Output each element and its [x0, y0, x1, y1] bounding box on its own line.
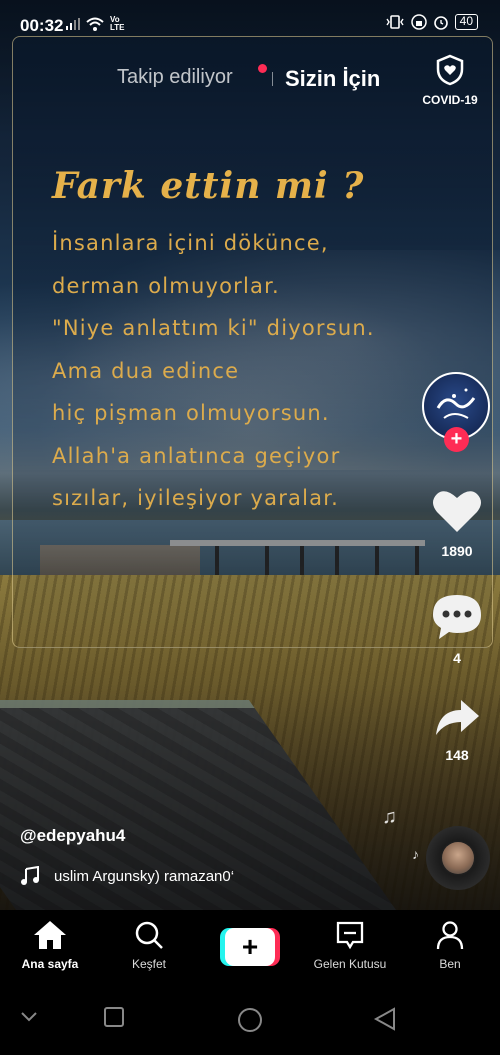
like-button[interactable]: 1890 [425, 488, 489, 559]
quote-line: sızılar, iyileşiyor yaralar. [52, 486, 340, 510]
nav-inbox-label: Gelen Kutusu [313, 957, 387, 971]
status-icons-left: Vo LTE [66, 16, 128, 32]
profile-icon [436, 921, 464, 950]
tab-for-you[interactable]: Sizin İçin [285, 66, 380, 92]
nav-inbox[interactable]: Gelen Kutusu [305, 920, 395, 971]
tab-divider [272, 72, 273, 86]
nav-home-label: Ana sayfa [21, 957, 79, 971]
heart-icon [433, 491, 481, 532]
bottom-navigation: Ana sayfa Keşfet + Gelen Kutusu Ben [0, 910, 500, 982]
new-content-dot [258, 64, 267, 73]
nav-home[interactable]: Ana sayfa [5, 920, 95, 971]
quote-line: İnsanlara içini dökünce, [52, 231, 329, 255]
quote-line: derman olmuyorlar. [52, 273, 280, 298]
comment-button[interactable]: 4 [425, 593, 489, 666]
quote-line: "Niye anlattım ki" diyorsun. [52, 316, 375, 340]
inbox-icon [336, 921, 364, 950]
wifi-icon [86, 17, 104, 31]
shield-heart-icon [436, 54, 464, 86]
sound-disc[interactable] [426, 826, 490, 890]
like-count: 1890 [441, 543, 473, 559]
share-count: 148 [445, 747, 469, 763]
share-arrow-icon [436, 700, 479, 735]
music-note-icon: ♪ [412, 846, 419, 862]
lock-rotation-icon [410, 14, 427, 30]
nav-discover-label: Keşfet [131, 957, 167, 971]
follow-button[interactable]: + [444, 427, 469, 452]
music-note-icon: ♫ [382, 806, 397, 828]
signal-icon [66, 18, 80, 30]
music-title: uslim Argunsky) ramazan0‘ [54, 867, 235, 885]
quote-line: Allah'a anlatınca geçiyor [52, 443, 341, 468]
alarm-icon [433, 16, 448, 30]
music-ticker[interactable]: uslim Argunsky) ramazan0‘ [20, 866, 234, 886]
tab-following[interactable]: Takip ediliyor [117, 66, 233, 89]
back-icon[interactable] [372, 1006, 398, 1032]
nav-discover[interactable]: Keşfet [104, 920, 194, 971]
nav-profile-label: Ben [439, 957, 461, 971]
chevron-down-icon[interactable] [18, 1006, 40, 1026]
battery-indicator: 40 [454, 14, 478, 30]
plus-icon: + [225, 928, 275, 966]
quote-line: hiç pişman olmuyorsun. [52, 401, 330, 425]
covid-info-button[interactable]: COVID-19 [418, 54, 482, 107]
create-video-button[interactable]: + [220, 928, 280, 966]
quote-title: Fark ettin mi ? [52, 165, 365, 207]
status-bar: 00:32 Vo LTE 40 [0, 0, 500, 36]
home-circle-icon[interactable] [236, 1006, 264, 1034]
vibrate-icon [386, 15, 404, 29]
creator-username[interactable]: @edepyahu4 [20, 826, 125, 846]
search-icon [135, 921, 163, 949]
quote-text: İnsanlara içini dökünce, derman olmuyorl… [52, 222, 375, 520]
status-time: 00:32 [20, 16, 64, 35]
system-navigation-bar [0, 982, 500, 1055]
comment-icon [433, 595, 481, 639]
recent-apps-icon[interactable] [103, 1006, 125, 1028]
comment-count: 4 [453, 650, 461, 666]
covid-label: COVID-19 [422, 93, 478, 107]
sound-cover-avatar [442, 842, 474, 874]
home-icon [34, 921, 66, 949]
music-note-icon [21, 866, 39, 885]
quote-line: Ama dua edince [52, 358, 240, 383]
share-button[interactable]: 148 [425, 698, 489, 763]
nav-profile[interactable]: Ben [405, 920, 495, 971]
status-icons-right: 40 [385, 14, 478, 30]
volte-label: Vo LTE [110, 15, 125, 32]
